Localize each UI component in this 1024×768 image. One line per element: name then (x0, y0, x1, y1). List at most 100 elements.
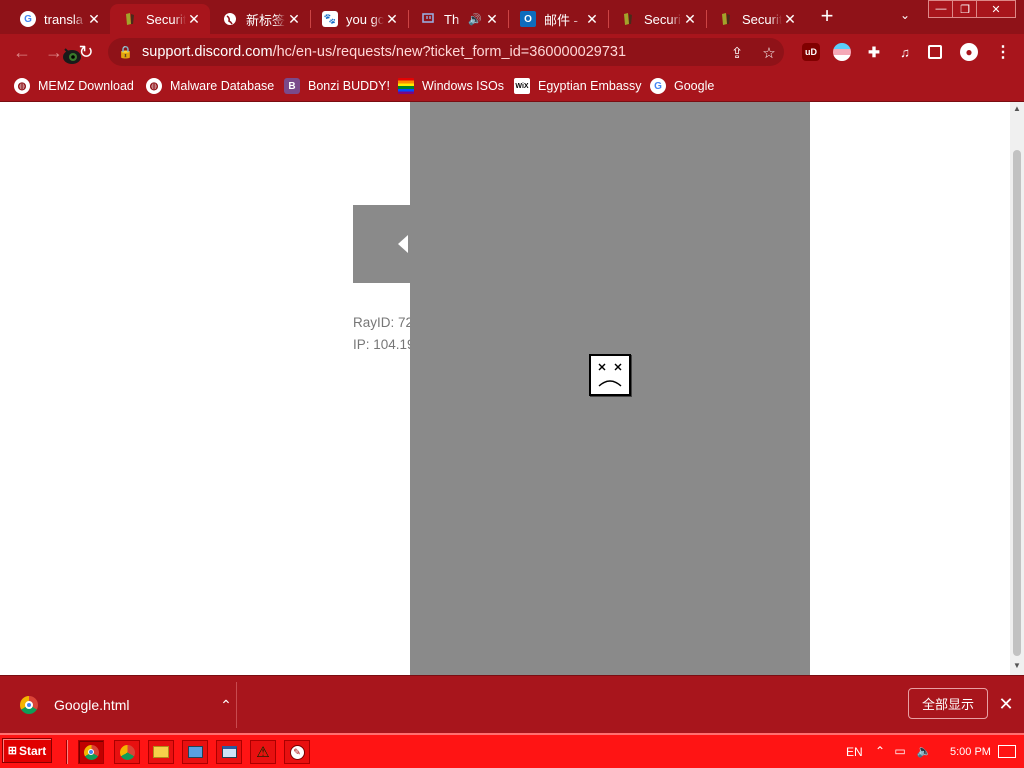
scrollbar-thumb[interactable] (1013, 150, 1021, 656)
taskbar-explorer-button[interactable] (148, 740, 174, 764)
speaker-icon[interactable]: 🔊 (468, 13, 484, 26)
rainbow-flag-icon (398, 78, 414, 94)
extensions-puzzle-icon[interactable]: ✚ (865, 43, 883, 61)
volume-icon[interactable]: 🔈 (916, 743, 932, 759)
tab-baidu[interactable]: 🐾 you gc ✕ (310, 4, 408, 34)
bookmarks-bar: ◍ MEMZ Download ◍ Malware Database B Bon… (0, 70, 1024, 102)
folder-icon (153, 746, 169, 758)
minimize-button[interactable]: — (928, 0, 954, 18)
browser-toolbar: ← → ↻ 🔒 support.discord.com/hc/en-us/req… (0, 34, 1024, 70)
window-close-button[interactable]: ✕ (976, 0, 1016, 18)
taskbar-app-button[interactable]: ✎ (284, 740, 310, 764)
start-label: Start (18, 743, 47, 758)
menu-kebab-icon[interactable]: ⋮ (994, 43, 1012, 61)
url-text[interactable]: support.discord.com/hc/en-us/requests/ne… (142, 44, 626, 60)
download-separator (236, 682, 237, 728)
outlook-icon: O (520, 11, 536, 27)
network-icon[interactable]: ▭ (892, 743, 908, 759)
tab-security-active[interactable]: Securit ✕ (110, 4, 210, 34)
scroll-up-icon[interactable]: ▲ (1010, 104, 1024, 116)
new-tab-button[interactable]: + (816, 5, 838, 28)
taskbar-warning-button[interactable]: ⚠ (250, 740, 276, 764)
profile-avatar-icon[interactable]: ● (960, 43, 978, 61)
close-icon[interactable]: ✕ (484, 11, 500, 27)
tab-label: Securit (742, 11, 782, 27)
bookmark-memz-download[interactable]: ◍ MEMZ Download (14, 76, 134, 96)
close-icon[interactable]: ✕ (384, 11, 400, 27)
url-host: support.discord.com (142, 44, 273, 60)
start-button[interactable]: ⊞ Start (2, 738, 52, 763)
security-page-icon (718, 11, 734, 27)
close-icon[interactable]: ✕ (86, 11, 102, 27)
close-icon[interactable]: ✕ (286, 11, 302, 27)
tab-translate[interactable]: G transla ✕ (8, 4, 110, 34)
trans-flag-extension-icon[interactable] (833, 43, 851, 61)
star-icon[interactable]: ☆ (760, 44, 778, 62)
language-indicator[interactable]: EN (846, 745, 863, 759)
vertical-scrollbar[interactable]: ▲ ▼ (1010, 102, 1024, 675)
media-control-icon[interactable]: ♫ (896, 43, 914, 61)
bookmark-label: Google (674, 79, 715, 93)
globe-icon: ◍ (14, 78, 30, 94)
close-icon[interactable]: ✕ (682, 11, 698, 27)
ip-text: IP: 104.19 (353, 337, 415, 352)
bookmark-egyptian-embassy[interactable]: WiX Egyptian Embassy (514, 76, 642, 96)
close-icon[interactable]: ✕ (584, 11, 600, 27)
bookmark-label: Bonzi BUDDY! (308, 79, 390, 93)
cursor-creature-icon (60, 46, 84, 66)
page-content: RayID: 72 IP: 104.19 (0, 102, 1010, 675)
close-icon[interactable]: ✕ (186, 11, 202, 27)
taskbar-chrome-button[interactable] (78, 740, 104, 764)
ublock-icon[interactable]: uD (802, 43, 820, 61)
bookmark-malware-database[interactable]: ◍ Malware Database (146, 76, 274, 96)
tab-label: 新标签 (246, 12, 286, 28)
taskbar-chrome-alt-button[interactable] (114, 740, 140, 764)
bookmark-windows-isos[interactable]: Windows ISOs (398, 76, 504, 96)
tab-search-chevron-icon[interactable]: ⌄ (896, 8, 914, 26)
tab-label: Securit (644, 11, 682, 27)
chevron-up-icon[interactable]: ⌃ (216, 697, 236, 714)
download-item[interactable]: Google.html ⌃ (14, 690, 236, 720)
wix-icon: WiX (514, 78, 530, 94)
side-panel-icon[interactable] (928, 45, 942, 59)
download-file-name: Google.html (54, 697, 130, 713)
tab-new-tab[interactable]: 新标签 ✕ (210, 4, 310, 34)
back-arrow-icon[interactable]: ← (10, 40, 34, 64)
screen: G transla ✕ Securit ✕ 新标签 ✕ 🐾 you gc ✕ T… (0, 0, 1024, 768)
warning-icon: ⚠ (256, 743, 270, 761)
clock[interactable]: 5:00 PM (950, 746, 991, 758)
tab-twitch[interactable]: Th 🔊 ✕ (408, 4, 508, 34)
window-icon (221, 746, 237, 758)
bookmark-label: MEMZ Download (38, 79, 134, 93)
bookmark-google[interactable]: G Google (650, 76, 714, 96)
show-all-button[interactable]: 全部显示 (908, 688, 988, 719)
url-path: /hc/en-us/requests/new?ticket_form_id=36… (272, 44, 627, 60)
scroll-down-icon[interactable]: ▼ (1010, 661, 1024, 673)
show-desktop-icon[interactable] (998, 745, 1016, 758)
globe-icon: ◍ (146, 78, 162, 94)
bookmark-label: Windows ISOs (422, 79, 504, 93)
taskbar-window-button[interactable] (216, 740, 242, 764)
close-icon[interactable]: ✕ (782, 11, 798, 27)
security-page-icon (620, 11, 636, 27)
tab-security-3[interactable]: Securit ✕ (706, 4, 806, 34)
taskbar: ⊞ Start ⚠ ✎ EN ⌃ ▭ 🔈 5:00 PM (0, 733, 1024, 768)
app-icon: ✎ (289, 744, 305, 760)
close-icon[interactable]: ✕ (996, 694, 1016, 714)
tab-security-2[interactable]: Securit ✕ (608, 4, 706, 34)
bookmark-label: Malware Database (170, 79, 275, 93)
google-icon: G (650, 78, 666, 94)
tab-outlook-mail[interactable]: O 邮件 - ✕ (508, 4, 608, 34)
share-icon[interactable]: ⇪ (728, 44, 746, 62)
tab-label: 邮件 - (544, 12, 578, 28)
taskbar-control-panel-button[interactable] (182, 740, 208, 764)
bookmark-bonzi-buddy[interactable]: B Bonzi BUDDY! (284, 76, 390, 96)
show-hidden-icons-icon[interactable]: ⌃ (872, 743, 888, 759)
lock-icon[interactable]: 🔒 (118, 45, 134, 59)
tab-strip: G transla ✕ Securit ✕ 新标签 ✕ 🐾 you gc ✕ T… (0, 0, 1024, 34)
arrow-left-icon (398, 235, 408, 253)
sad-face-icon (589, 354, 631, 396)
address-bar[interactable]: 🔒 support.discord.com/hc/en-us/requests/… (108, 38, 784, 66)
windows-flag-icon: ⊞ (7, 745, 17, 757)
restore-button[interactable]: ❐ (952, 0, 978, 18)
